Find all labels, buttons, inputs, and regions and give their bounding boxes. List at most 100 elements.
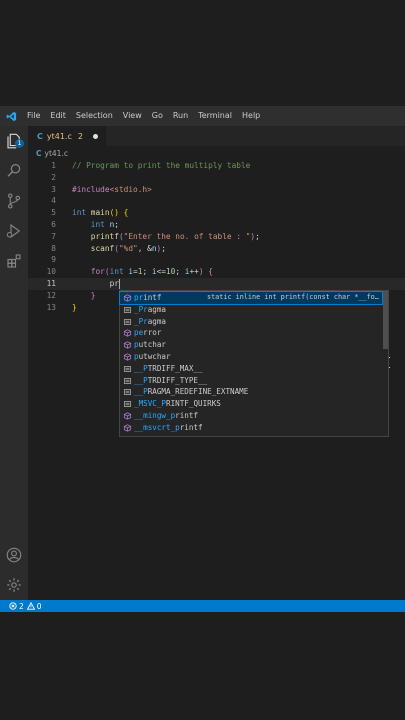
menu-terminal[interactable]: Terminal (193, 106, 237, 126)
menu-go[interactable]: Go (147, 106, 168, 126)
breadcrumb-filename: yt41.c (44, 149, 68, 158)
code-line: 1// Program to print the multiply table (51, 161, 251, 170)
suggestion-item[interactable]: putchar (120, 339, 382, 351)
menu-selection[interactable]: Selection (71, 106, 118, 126)
suggestion-match: _MSVC_P (134, 399, 167, 409)
keyword-icon (123, 389, 132, 396)
tab-yt41-c[interactable]: C yt41.c 2 (28, 126, 106, 146)
suggestion-label: __msvcrt_printf (134, 422, 203, 434)
suggestion-rest: utwchar (138, 352, 171, 361)
code-line-active: 11 pr (28, 278, 405, 290)
suggestion-item[interactable]: __PTRDIFF_TYPE__ (120, 375, 382, 387)
keyword-icon (123, 366, 132, 372)
suggestion-rest: RAGMA_REDEFINE_EXTNAME (147, 387, 249, 397)
menu-edit[interactable]: Edit (45, 106, 71, 126)
problems-status[interactable]: 2 0 (9, 602, 42, 611)
keyword-icon (123, 401, 132, 407)
keyword-icon (123, 318, 132, 325)
suggestion-rest: rintf (175, 411, 199, 420)
menu-bar: File Edit Selection View Go Run Terminal… (0, 106, 405, 126)
suggestion-label: _Pragma (134, 316, 166, 328)
suggestion-label: putwchar (134, 351, 171, 363)
cube-icon (123, 424, 132, 432)
cube-icon (123, 412, 132, 420)
suggestion-item[interactable]: putwchar (120, 351, 382, 363)
tab-problem-count: 2 (77, 131, 83, 141)
suggestion-item[interactable]: _MSVC_PRINTF_QUIRKS (120, 398, 382, 410)
suggestion-match: pr (134, 293, 144, 302)
suggestion-label: __mingw_printf (134, 410, 198, 422)
top-letterbox (0, 0, 405, 106)
suggestion-item[interactable]: _Pragma (120, 304, 382, 316)
settings-gear-icon[interactable] (5, 576, 23, 594)
suggestion-label: perror (134, 327, 161, 339)
code-line: 2 (51, 172, 56, 182)
suggestion-label: _MSVC_PRINTF_QUIRKS (134, 398, 221, 410)
explorer-badge: 1 (15, 139, 24, 148)
code-line: 7 printf("Enter the no. of table : "); (51, 231, 260, 241)
menu-run[interactable]: Run (168, 106, 193, 126)
cube-icon (123, 294, 132, 302)
text-cursor (118, 279, 120, 289)
status-bar: 2 0 (0, 600, 405, 612)
search-icon[interactable] (5, 162, 23, 180)
menu-file[interactable]: File (22, 106, 45, 126)
suggestion-item[interactable]: __msvcrt_printf (120, 422, 382, 434)
suggestion-item[interactable]: _Pragma (120, 316, 382, 328)
extensions-icon[interactable] (5, 252, 23, 270)
code-line: 3 #include<stdio.h> (51, 184, 152, 194)
suggestion-rest: intf (143, 293, 162, 302)
code-line: 6 int n; (51, 220, 119, 229)
tab-bar: C yt41.c 2 (28, 126, 405, 146)
code-line: 4 (51, 196, 56, 206)
suggestion-item[interactable]: __mingw_printf (120, 410, 382, 422)
vscode-logo-icon (0, 106, 22, 126)
suggestion-match: _Pr (134, 304, 148, 314)
keyword-icon (123, 377, 132, 384)
code-line: 10 for(int i=1; i<=10; i++) { (46, 267, 213, 277)
suggestion-match: pe (134, 328, 144, 338)
warning-icon (26, 602, 35, 610)
suggestion-label: putchar (134, 339, 166, 351)
c-file-icon: C (36, 149, 42, 158)
suggestion-label: printf (134, 292, 161, 304)
suggestion-label: __PTRDIFF_MAX__ (134, 363, 203, 375)
cube-icon (123, 329, 132, 337)
menu-view[interactable]: View (118, 106, 147, 126)
suggestion-label: _Pragma (134, 304, 166, 316)
suggestion-rest: TRDIFF_TYPE__ (147, 375, 208, 385)
source-control-icon[interactable] (5, 192, 23, 210)
code-line: 5 int main() { (51, 208, 129, 218)
unsaved-dot-icon[interactable] (92, 133, 98, 139)
suggestion-match: __P (134, 363, 148, 373)
account-icon[interactable] (5, 546, 23, 564)
suggestion-match: __msvcrt_p (134, 422, 180, 432)
error-icon (9, 602, 17, 610)
suggestion-item[interactable]: __PRAGMA_REDEFINE_EXTNAME (120, 386, 382, 398)
suggestion-rest: rror (143, 328, 162, 338)
suggestion-item[interactable]: __PTRDIFF_MAX__ (120, 363, 382, 375)
keyword-icon (123, 307, 132, 313)
suggestion-rest: agma (147, 316, 167, 326)
suggestion-rest: agma (147, 304, 167, 314)
suggestion-rest: rintf (179, 422, 203, 432)
suggestion-item[interactable]: perror (120, 327, 382, 339)
suggestion-match: __P (134, 375, 148, 385)
cube-icon (123, 353, 132, 361)
error-count: 2 (19, 601, 24, 611)
suggestion-label: __PTRDIFF_TYPE__ (134, 375, 207, 387)
cube-icon (123, 341, 132, 349)
breadcrumb[interactable]: Cyt41.c (36, 149, 68, 158)
menu-help[interactable]: Help (237, 106, 265, 126)
bottom-letterbox (0, 612, 405, 720)
run-debug-icon[interactable] (5, 222, 23, 240)
suggestion-rest: utchar (138, 340, 167, 350)
suggestion-match: __mingw_p (134, 411, 176, 420)
suggestion-rest: TRDIFF_MAX__ (147, 363, 203, 373)
suggestion-rest: RINTF_QUIRKS (166, 399, 221, 409)
warning-count: 0 (36, 601, 42, 611)
c-file-icon: C (37, 131, 43, 141)
suggestion-scrollbar[interactable] (383, 291, 388, 349)
suggestion-item-selected[interactable]: printf static inline int printf(const cha… (119, 291, 383, 305)
suggestion-label: __PRAGMA_REDEFINE_EXTNAME (134, 386, 248, 398)
